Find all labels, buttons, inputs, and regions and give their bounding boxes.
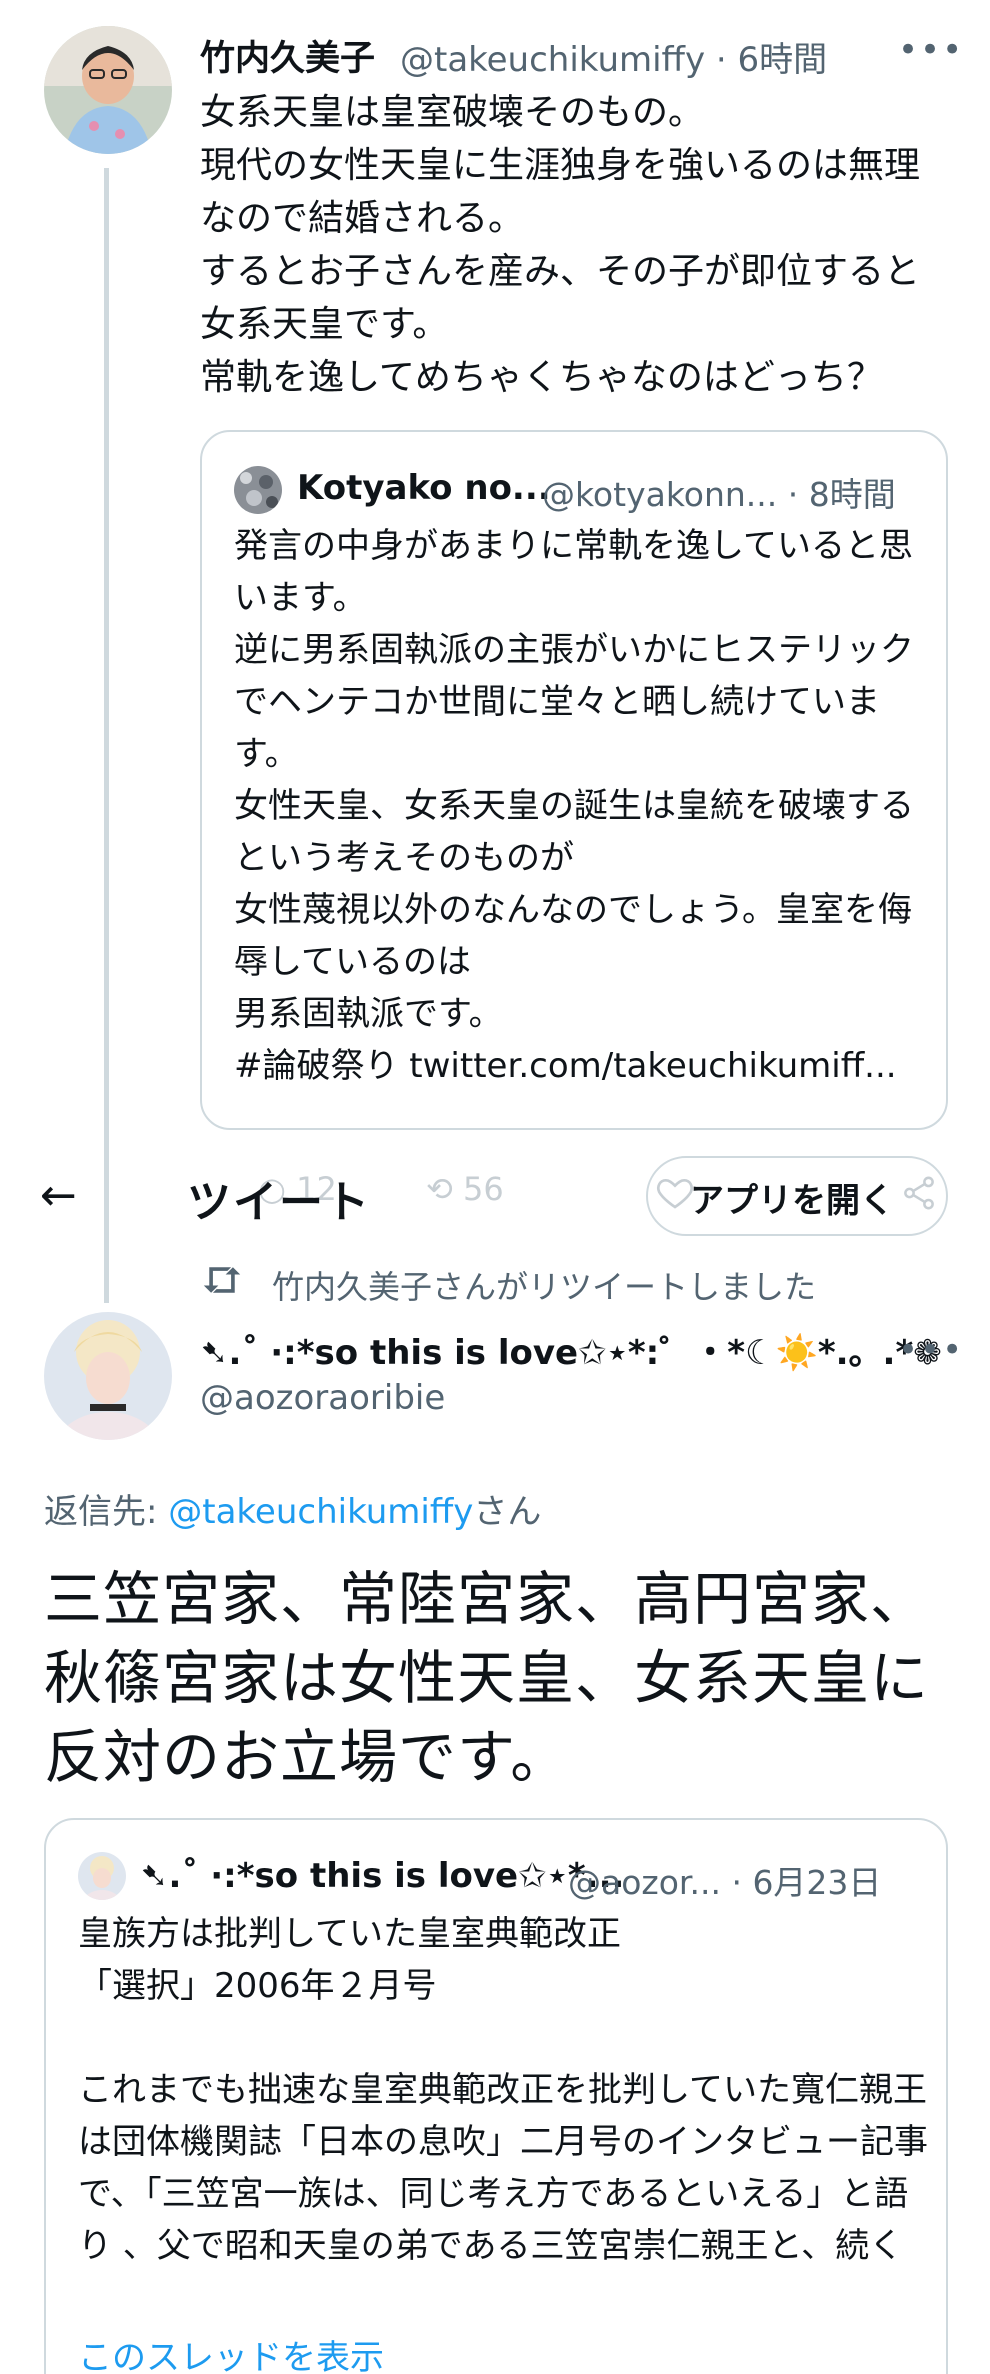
retweet-count: 56 xyxy=(462,1170,504,1208)
display-name[interactable]: 竹内久美子 xyxy=(200,30,375,81)
display-name[interactable]: ➷.˚ ·:*so this is love✩⋆*:゜・*☾☀️*.。.*❁ xyxy=(200,1325,942,1374)
quoted-display-name: Kotyako no... xyxy=(297,468,551,508)
share-icon[interactable] xyxy=(900,1174,938,1216)
reply-prefix: 返信先: xyxy=(44,1492,169,1532)
like-icon xyxy=(655,1172,695,1216)
retweet-icon: ⟲ xyxy=(426,1170,453,1208)
tweet-text: 女系天皇は皇室破壊そのもの。 現代の女性天皇に生涯独身を強いるのは無理なので結婚… xyxy=(200,92,921,398)
avatar[interactable] xyxy=(44,1312,172,1440)
more-options-icon[interactable]: ••• xyxy=(898,1330,964,1370)
retweet-action[interactable]: ⟲ 56 xyxy=(426,1170,504,1208)
quoted-tweet-text: 発言の中身があまりに常軌を逸していると思います。 逆に男系固執派の主張がいかにヒ… xyxy=(234,526,914,1086)
separator: · xyxy=(715,40,727,80)
reply-to-link[interactable]: @takeuchikumiffy xyxy=(168,1492,473,1532)
quoted-tweet-text: 皇族方は批判していた皇室典範改正 「選択」2006年２月号 これまでも拙速な皇室… xyxy=(78,1914,928,2266)
retweet-notice[interactable]: 竹内久美子さんがリツイートしました xyxy=(272,1262,816,1308)
handle-and-time: @takeuchikumiffy · 6時間 xyxy=(400,32,827,81)
back-arrow-icon[interactable]: ← xyxy=(40,1170,77,1221)
quoted-handle-and-time: @aozor... · 6月23日 xyxy=(568,1856,881,1904)
tweet-text: 三笠宮家、常陸宮家、高円宮家、秋篠宮家は女性天皇、女系天皇に反対のお立場です。 xyxy=(44,1565,930,1791)
separator: · xyxy=(787,475,799,514)
replying-to: 返信先: @takeuchikumiffyさん xyxy=(44,1484,541,1533)
separator: · xyxy=(731,1863,742,1902)
quoted-avatar xyxy=(234,466,282,514)
timestamp[interactable]: 6時間 xyxy=(738,40,828,80)
user-handle[interactable]: @aozoraoribie xyxy=(200,1378,445,1418)
user-handle[interactable]: @takeuchikumiffy xyxy=(400,40,705,80)
retweet-icon xyxy=(200,1260,244,1304)
quoted-timestamp: 6月23日 xyxy=(752,1863,882,1902)
quoted-avatar xyxy=(78,1852,126,1900)
quoted-handle-and-time: @kotyakonn... · 8時間 xyxy=(542,468,896,516)
reply-suffix: さん xyxy=(473,1492,542,1532)
open-app-label: アプリを開く xyxy=(690,1181,894,1221)
thread-line xyxy=(104,168,109,1303)
show-thread-link[interactable]: このスレッドを表示 xyxy=(78,2330,384,2374)
quoted-display-name: ➷.˚ ·:*so this is love✩⋆*... xyxy=(140,1856,625,1896)
page-title: ツイート xyxy=(187,1177,371,1228)
quoted-handle: @kotyakonn... xyxy=(542,475,778,514)
quoted-handle: @aozor... xyxy=(568,1863,721,1902)
more-options-icon[interactable]: ••• xyxy=(898,30,964,70)
quoted-timestamp: 8時間 xyxy=(808,475,896,514)
avatar[interactable] xyxy=(44,26,172,154)
